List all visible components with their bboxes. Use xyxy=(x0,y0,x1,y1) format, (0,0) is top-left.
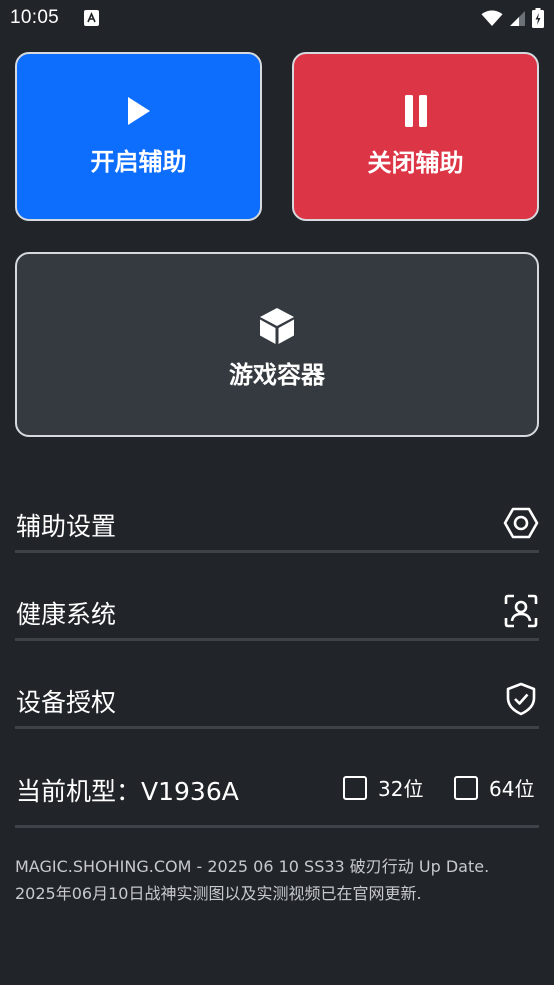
status-icons xyxy=(481,8,544,32)
checkbox-64bit[interactable]: 64位 xyxy=(454,773,534,802)
menu-item-assist-settings[interactable]: 辅助设置 xyxy=(15,487,539,553)
status-time: 10:05 xyxy=(10,7,60,28)
pause-icon xyxy=(403,95,429,131)
stop-assist-label: 关闭辅助 xyxy=(367,149,464,177)
start-assist-button[interactable]: 开启辅助 xyxy=(15,52,262,221)
menu-item-label: 辅助设置 xyxy=(16,512,117,541)
menu-item-device-authorization[interactable]: 设备授权 xyxy=(15,663,539,729)
status-bar: 10:05 xyxy=(0,0,554,38)
device-model-label: 当前机型：V1936A xyxy=(16,777,239,806)
menu-item-label: 设备授权 xyxy=(16,688,117,717)
checkbox-32bit-box[interactable] xyxy=(343,775,367,800)
stop-assist-button[interactable]: 关闭辅助 xyxy=(292,52,539,221)
game-container-button[interactable]: 游戏容器 xyxy=(15,252,539,437)
checkbox-64bit-box[interactable] xyxy=(454,775,478,800)
play-icon xyxy=(126,96,152,130)
shield-check-icon xyxy=(503,681,539,717)
signal-icon xyxy=(509,10,526,31)
menu-item-health-system[interactable]: 健康系统 xyxy=(15,575,539,641)
notification-icon xyxy=(84,10,99,30)
checkbox-32bit-label: 32位 xyxy=(378,777,424,801)
wifi-icon xyxy=(481,9,503,31)
game-container-label: 游戏容器 xyxy=(229,361,325,389)
battery-charging-icon xyxy=(532,8,544,32)
footer-line-1: MAGIC.SHOHING.COM - 2025 06 10 SS33 破刃行动… xyxy=(15,857,490,876)
checkbox-64bit-label: 64位 xyxy=(489,777,535,801)
start-assist-label: 开启辅助 xyxy=(90,148,187,176)
hexagon-settings-icon xyxy=(503,505,539,541)
footer-line-2: 2025年06月10日战神实测图以及实测视频已在官网更新. xyxy=(15,884,422,903)
app-screen: 10:05 开启辅助 关闭辅助 游戏容器 辅助设置 健康系统 设备授权 当前机型… xyxy=(0,0,554,985)
cube-icon xyxy=(259,307,295,349)
user-scan-icon xyxy=(503,593,539,629)
footer-notice: MAGIC.SHOHING.COM - 2025 06 10 SS33 破刃行动… xyxy=(15,853,539,907)
device-model-row: 当前机型：V1936A 32位 64位 xyxy=(15,755,539,828)
checkbox-32bit[interactable]: 32位 xyxy=(343,773,423,802)
menu-item-label: 健康系统 xyxy=(16,600,117,629)
